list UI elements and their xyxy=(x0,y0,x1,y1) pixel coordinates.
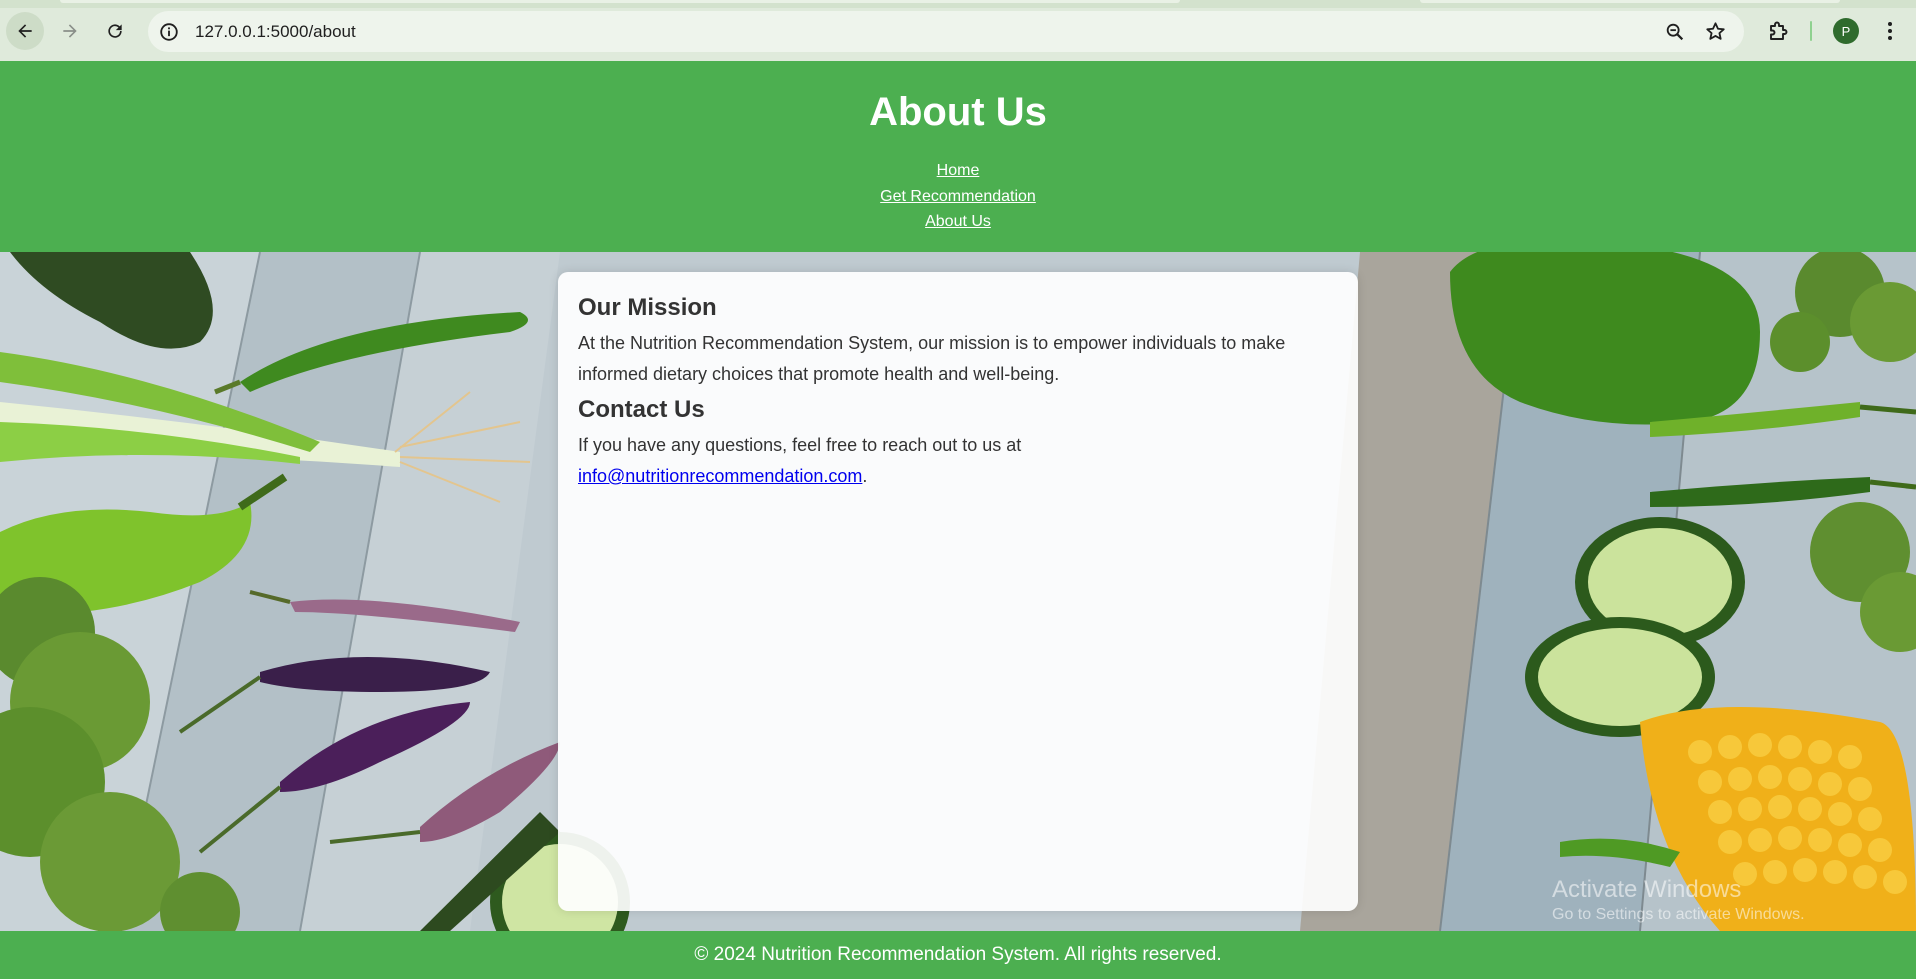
arrow-left-icon xyxy=(18,24,32,38)
reload-icon xyxy=(108,24,122,38)
more-menu-icon[interactable] xyxy=(1878,19,1902,43)
bookmark-star-icon[interactable] xyxy=(1704,20,1727,43)
watermark-subtitle: Go to Settings to activate Windows. xyxy=(1552,906,1805,923)
contact-section: Contact Us If you have any questions, fe… xyxy=(578,396,1338,492)
mission-text: At the Nutrition Recommendation System, … xyxy=(578,333,1286,384)
page-title: About Us xyxy=(869,90,1047,134)
extensions-puzzle-icon[interactable] xyxy=(1766,19,1790,43)
contact-text-period: . xyxy=(862,466,868,486)
nav-link-get-recommendation[interactable]: Get Recommendation xyxy=(880,184,1036,210)
activate-windows-watermark: Activate Windows Go to Settings to activ… xyxy=(1552,876,1805,924)
tab-strip xyxy=(0,0,1916,8)
back-button[interactable] xyxy=(6,12,44,50)
site-header: About Us Home Get Recommendation About U… xyxy=(0,61,1916,252)
zoom-icon[interactable] xyxy=(1664,21,1686,43)
contact-heading: Contact Us xyxy=(578,396,705,423)
watermark-title: Activate Windows xyxy=(1552,876,1742,903)
mission-section: Our Mission At the Nutrition Recommendat… xyxy=(578,294,1338,390)
address-bar[interactable]: 127.0.0.1:5000/about xyxy=(148,11,1744,52)
reload-button[interactable] xyxy=(96,12,134,50)
mission-heading: Our Mission xyxy=(578,294,717,321)
tab-edge xyxy=(1420,0,1840,3)
profile-avatar[interactable]: P xyxy=(1833,18,1859,44)
browser-toolbar: 127.0.0.1:5000/about P xyxy=(0,0,1916,61)
url-text[interactable]: 127.0.0.1:5000/about xyxy=(195,22,356,42)
about-content-card: Our Mission At the Nutrition Recommendat… xyxy=(558,272,1358,911)
contact-text: If you have any questions, feel free to … xyxy=(578,430,1338,492)
tab-edge xyxy=(60,0,1180,3)
toolbar-separator xyxy=(1810,21,1812,41)
nav-link-home[interactable]: Home xyxy=(937,158,980,184)
contact-text-intro: If you have any questions, feel free to … xyxy=(578,435,1022,455)
site-info-icon[interactable] xyxy=(158,21,180,43)
nav-link-about-us[interactable]: About Us xyxy=(925,209,991,235)
forward-button[interactable] xyxy=(51,12,89,50)
footer-copyright: © 2024 Nutrition Recommendation System. … xyxy=(694,944,1222,965)
main-nav: Home Get Recommendation About Us xyxy=(0,158,1916,235)
site-footer: © 2024 Nutrition Recommendation System. … xyxy=(0,931,1916,979)
arrow-right-icon xyxy=(63,24,77,38)
contact-email-link[interactable]: info@nutritionrecommendation.com xyxy=(578,466,862,486)
